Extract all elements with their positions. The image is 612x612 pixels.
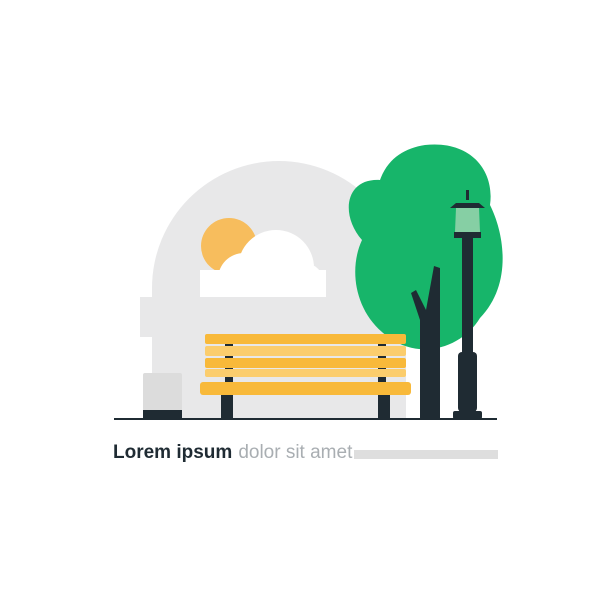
caption-primary: Lorem ipsum bbox=[113, 442, 233, 463]
caption-placeholder-line bbox=[354, 450, 498, 459]
trash-bin-icon bbox=[143, 373, 182, 419]
ground-line bbox=[114, 418, 497, 420]
caption: Lorem ipsum dolor sit amet bbox=[113, 440, 352, 466]
park-illustration bbox=[114, 144, 503, 420]
caption-secondary: dolor sit amet bbox=[238, 442, 353, 463]
